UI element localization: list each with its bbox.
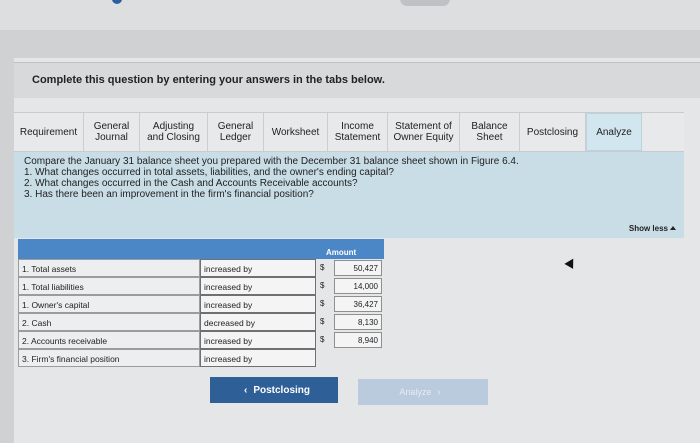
row-label: 3. Firm's financial position [18, 349, 200, 367]
question-header: Complete this question by entering your … [14, 62, 700, 98]
postclosing-prev-button[interactable]: ‹ Postclosing [210, 377, 338, 403]
dollar-sign: $ [320, 263, 325, 272]
table-row: 1. Total assets increased by $ 50,427 [18, 259, 384, 277]
instruction-q1: 1. What changes occurred in total assets… [24, 167, 394, 178]
amount-input[interactable]: 50,427 [334, 260, 382, 276]
table-row: 3. Firm's financial position increased b… [18, 349, 384, 367]
analyze-next-button[interactable]: Analyze › [358, 379, 488, 405]
dollar-sign: $ [320, 335, 325, 344]
instruction-q3: 3. Has there been an improvement in the … [24, 189, 314, 200]
change-select[interactable]: decreased by [200, 313, 316, 331]
top-bar [0, 0, 700, 30]
caret-up-icon [670, 226, 676, 230]
dollar-sign: $ [320, 317, 325, 326]
row-label: 1. Owner's capital [18, 295, 200, 313]
tab-worksheet[interactable]: Worksheet [264, 113, 328, 151]
table-row: 2. Cash decreased by $ 8,130 [18, 313, 384, 331]
instruction-q2: 2. What changes occurred in the Cash and… [24, 178, 358, 189]
dollar-sign: $ [320, 299, 325, 308]
row-label: 1. Total liabilities [18, 277, 200, 295]
tab-income-statement[interactable]: Income Statement [328, 113, 388, 151]
amount-input[interactable]: 8,130 [334, 314, 382, 330]
chevron-right-icon: › [437, 386, 441, 398]
tab-bar: Requirement General Journal Adjusting an… [14, 112, 684, 152]
save-pill[interactable] [400, 0, 450, 6]
tab-postclosing[interactable]: Postclosing [520, 113, 586, 151]
tab-general-journal[interactable]: General Journal [84, 113, 140, 151]
tab-general-ledger[interactable]: General Ledger [208, 113, 264, 151]
tab-requirement[interactable]: Requirement [14, 113, 84, 151]
chevron-left-icon: ‹ [243, 384, 248, 396]
amount-header: Amount [326, 248, 357, 257]
change-select[interactable]: increased by [200, 349, 316, 367]
table-row: 1. Total liabilities increased by $ 14,0… [18, 277, 384, 295]
instruction-lead: Compare the January 31 balance sheet you… [24, 156, 519, 167]
table-row: 2. Accounts receivable increased by $ 8,… [18, 331, 384, 349]
change-select[interactable]: increased by [200, 259, 316, 277]
tab-analyze[interactable]: Analyze [586, 113, 642, 151]
row-label: 2. Accounts receivable [18, 331, 200, 349]
table-row: 1. Owner's capital increased by $ 36,427 [18, 295, 384, 313]
instructions-box: Compare the January 31 balance sheet you… [14, 152, 684, 238]
tab-statement-owner-equity[interactable]: Statement of Owner Equity [388, 113, 460, 151]
amount-input[interactable]: 14,000 [334, 278, 382, 294]
change-select[interactable]: increased by [200, 295, 316, 313]
table-header: Amount [18, 239, 384, 259]
amount-input[interactable]: 36,427 [334, 296, 382, 312]
amount-input[interactable]: 8,940 [334, 332, 382, 348]
change-select[interactable]: increased by [200, 331, 316, 349]
show-less-toggle[interactable]: Show less [629, 224, 676, 233]
row-label: 1. Total assets [18, 259, 200, 277]
dollar-sign: $ [320, 281, 325, 290]
app-logo-icon [112, 0, 122, 4]
change-select[interactable]: increased by [200, 277, 316, 295]
question-title: Complete this question by entering your … [32, 74, 385, 86]
tab-balance-sheet[interactable]: Balance Sheet [460, 113, 520, 151]
tab-adjusting-closing[interactable]: Adjusting and Closing [140, 113, 208, 151]
row-label: 2. Cash [18, 313, 200, 331]
